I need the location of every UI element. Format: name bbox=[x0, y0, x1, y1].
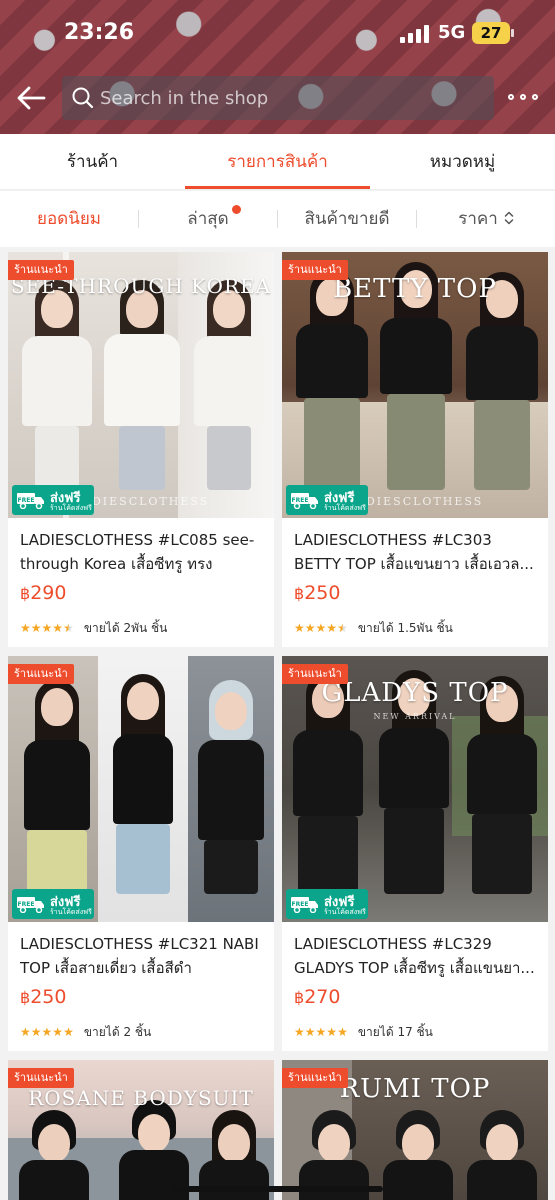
price-value: 250 bbox=[304, 582, 341, 604]
svg-text:FREE: FREE bbox=[292, 497, 309, 504]
star-icon: ★ bbox=[20, 1025, 31, 1039]
battery-icon: 27 bbox=[472, 22, 514, 44]
network-type: 5G bbox=[438, 22, 466, 43]
free-shipping-badge: FREE ส่งฟรี ร้านโค้ดส่งฟรี bbox=[12, 889, 94, 919]
product-name: LADIESCLOTHESS #LC303 BETTY TOP เสื้อแขน… bbox=[294, 531, 534, 573]
price-currency: ฿ bbox=[20, 988, 31, 1007]
product-card[interactable]: ROSANE BODYSUIT ร้านแนะนำ bbox=[8, 1060, 274, 1200]
rating-stars: ★ ★ ★ ★ ★ bbox=[20, 621, 74, 635]
product-meta: ★ ★ ★ ★ ★ ขายได้ 17 ชิ้น bbox=[294, 1024, 433, 1040]
price-currency: ฿ bbox=[294, 988, 305, 1007]
product-image: SEE-THROUGH KOREA LADIESCLOTHESS bbox=[8, 252, 274, 518]
product-meta: ★ ★ ★ ★ ★ ขายได้ 2พัน ชิ้น bbox=[20, 620, 167, 636]
home-indicator[interactable] bbox=[171, 1186, 383, 1192]
svg-text:FREE: FREE bbox=[292, 901, 309, 908]
recommended-badge: ร้านแนะนำ bbox=[282, 1068, 348, 1088]
price-value: 290 bbox=[30, 582, 67, 604]
new-indicator-dot bbox=[232, 205, 241, 214]
svg-text:FREE: FREE bbox=[18, 901, 35, 908]
product-meta: ★ ★ ★ ★ ★ ขายได้ 1.5พัน ชิ้น bbox=[294, 620, 453, 636]
rating-stars: ★ ★ ★ ★ ★ bbox=[20, 1025, 74, 1039]
product-name: LADIESCLOTHESS #LC329 GLADYS TOP เสื้อซี… bbox=[294, 935, 535, 977]
truck-icon: FREE bbox=[17, 897, 44, 913]
recommended-badge: ร้านแนะนำ bbox=[282, 260, 348, 280]
product-image bbox=[8, 656, 274, 922]
star-icon: ★ bbox=[294, 1025, 305, 1039]
chevron-updown-icon bbox=[504, 211, 514, 225]
star-icon: ★ bbox=[20, 621, 31, 635]
truck-icon: FREE bbox=[291, 493, 318, 509]
free-shipping-sub: ร้านโค้ดส่งฟรี bbox=[50, 504, 92, 512]
tab-categories[interactable]: หมวดหมู่ bbox=[370, 134, 555, 190]
sold-count: ขายได้ 2 ชิ้น bbox=[83, 1024, 152, 1039]
product-image: GLADYS TOP NEW ARRIVAL bbox=[282, 656, 548, 922]
product-overlay-title: ROSANE BODYSUIT bbox=[28, 1086, 254, 1110]
price-value: 250 bbox=[30, 986, 67, 1008]
star-icon: ★ bbox=[294, 621, 305, 635]
product-meta: ★ ★ ★ ★ ★ ขายได้ 2 ชิ้น bbox=[20, 1024, 151, 1040]
search-input[interactable] bbox=[100, 76, 480, 120]
product-card[interactable]: SEE-THROUGH KOREA LADIESCLOTHESS ร้านแนะ… bbox=[8, 252, 274, 647]
product-name: LADIESCLOTHESS #LC321 NABI TOP เสื้อสายเ… bbox=[20, 935, 259, 977]
rating-stars: ★ ★ ★ ★ ★ bbox=[294, 1025, 348, 1039]
signal-icon bbox=[400, 25, 430, 43]
free-shipping-badge: FREE ส่งฟรี ร้านโค้ดส่งฟรี bbox=[12, 485, 94, 515]
sold-count: ขายได้ 17 ชิ้น bbox=[357, 1024, 433, 1039]
search-icon bbox=[72, 87, 94, 109]
product-name: LADIESCLOTHESS #LC085 see-through Korea … bbox=[20, 531, 255, 573]
sort-price[interactable]: ราคา bbox=[417, 191, 555, 247]
battery-level: 27 bbox=[480, 24, 502, 42]
svg-text:FREE: FREE bbox=[18, 497, 35, 504]
search-row bbox=[0, 70, 555, 126]
tab-shop[interactable]: ร้านค้า bbox=[0, 134, 185, 190]
free-shipping-badge: FREE ส่งฟรี ร้านโค้ดส่งฟรี bbox=[286, 485, 368, 515]
search-box[interactable] bbox=[62, 76, 494, 120]
free-shipping-sub: ร้านโค้ดส่งฟรี bbox=[50, 908, 92, 916]
price-currency: ฿ bbox=[294, 584, 305, 603]
product-price: ฿290 bbox=[20, 582, 66, 604]
back-button[interactable] bbox=[14, 80, 50, 116]
sort-bar: ยอดนิยม ล่าสุด สินค้าขายดี ราคา bbox=[0, 191, 555, 247]
status-time: 23:26 bbox=[64, 20, 135, 45]
price-value: 270 bbox=[304, 986, 341, 1008]
product-card[interactable]: RUMI TOP ร้านแนะนำ bbox=[282, 1060, 548, 1200]
free-shipping-sub: ร้านโค้ดส่งฟรี bbox=[324, 504, 366, 512]
product-image: BETTY TOP LADIESCLOTHESS bbox=[282, 252, 548, 518]
tab-products[interactable]: รายการสินค้า bbox=[185, 134, 370, 190]
product-card[interactable]: ร้านแนะนำ FREE ส่งฟรี ร้านโค้ดส่งฟรี LAD… bbox=[8, 656, 274, 1051]
product-price: ฿250 bbox=[294, 582, 340, 604]
sold-count: ขายได้ 1.5พัน ชิ้น bbox=[357, 620, 453, 635]
status-bar: 23:26 5G 27 bbox=[0, 0, 555, 66]
product-card[interactable]: GLADYS TOP NEW ARRIVAL ร้านแนะนำ FREE ส่… bbox=[282, 656, 548, 1051]
truck-icon: FREE bbox=[291, 897, 318, 913]
product-price: ฿250 bbox=[20, 986, 66, 1008]
shop-tabs: ร้านค้า รายการสินค้า หมวดหมู่ bbox=[0, 134, 555, 190]
recommended-badge: ร้านแนะนำ bbox=[8, 664, 74, 684]
more-icon bbox=[508, 94, 514, 100]
recommended-badge: ร้านแนะนำ bbox=[282, 664, 348, 684]
back-arrow-icon bbox=[17, 86, 46, 110]
active-tab-indicator bbox=[185, 186, 370, 189]
price-currency: ฿ bbox=[20, 584, 31, 603]
more-button[interactable] bbox=[508, 88, 540, 108]
sort-best-selling[interactable]: สินค้าขายดี bbox=[278, 191, 416, 247]
sort-price-label: ราคา bbox=[458, 209, 498, 229]
truck-icon: FREE bbox=[17, 493, 44, 509]
product-card[interactable]: BETTY TOP LADIESCLOTHESS ร้านแนะนำ FREE … bbox=[282, 252, 548, 647]
recommended-badge: ร้านแนะนำ bbox=[8, 1068, 74, 1088]
free-shipping-badge: FREE ส่งฟรี ร้านโค้ดส่งฟรี bbox=[286, 889, 368, 919]
sold-count: ขายได้ 2พัน ชิ้น bbox=[83, 620, 168, 635]
product-watermark: NEW ARRIVAL bbox=[373, 712, 457, 721]
rating-stars: ★ ★ ★ ★ ★ bbox=[294, 621, 348, 635]
sort-latest[interactable]: ล่าสุด bbox=[139, 191, 277, 247]
free-shipping-sub: ร้านโค้ดส่งฟรี bbox=[324, 908, 366, 916]
recommended-badge: ร้านแนะนำ bbox=[8, 260, 74, 280]
product-price: ฿270 bbox=[294, 986, 340, 1008]
sort-popular[interactable]: ยอดนิยม bbox=[0, 191, 138, 247]
